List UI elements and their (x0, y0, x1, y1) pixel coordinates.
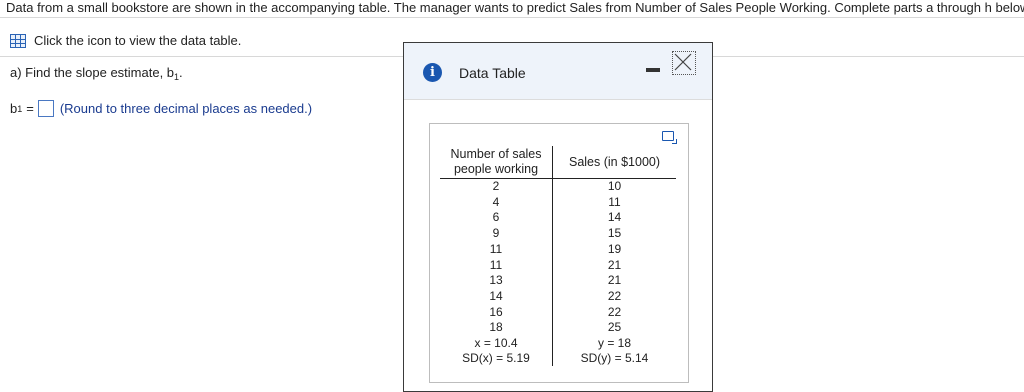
sd-y: SD(y) = 5.14 (580, 351, 649, 366)
table-row: 11 21 (440, 257, 676, 274)
table-row: 2 10 (440, 178, 676, 195)
answer-equals: = (26, 101, 34, 116)
table-row: 4 11 (440, 194, 676, 211)
sales-cell: 19 (607, 241, 622, 256)
question-a-prefix: a) Find the slope estimate, b (10, 65, 175, 80)
data-table: Number of sales people working Sales (in… (440, 146, 676, 367)
sales-cell: 22 (607, 288, 622, 303)
sd-x: SD(x) = 5.19 (440, 351, 553, 367)
dialog-header: i Data Table (404, 43, 712, 100)
column-header-sales: Sales (in $1000) (552, 146, 676, 179)
people-cell: 14 (440, 288, 553, 305)
view-data-row: Click the icon to view the data table. (10, 33, 241, 48)
table-icon[interactable] (10, 33, 26, 48)
mean-y: y = 18 (597, 336, 632, 351)
column-header-people: Number of sales people working (440, 146, 553, 179)
data-table-dialog: i Data Table Number of sales people work… (403, 42, 713, 392)
answer-label: b (10, 101, 18, 116)
sales-cell: 25 (607, 320, 622, 335)
sales-cell: 14 (607, 210, 622, 225)
sd-row: SD(x) = 5.19 SD(y) = 5.14 (440, 351, 676, 367)
people-cell: 4 (440, 194, 553, 211)
minimize-icon[interactable] (646, 68, 660, 72)
answer-row: b1 = (Round to three decimal places as n… (10, 100, 312, 117)
question-a: a) Find the slope estimate, b1. (10, 65, 183, 82)
people-cell: 2 (440, 178, 553, 195)
sales-cell: 21 (607, 257, 622, 272)
table-row: 14 22 (440, 288, 676, 305)
people-cell: 9 (440, 226, 553, 242)
people-cell: 16 (440, 304, 553, 321)
people-cell: 11 (440, 241, 553, 258)
mean-x: x = 10.4 (440, 336, 553, 352)
people-cell: 6 (440, 210, 553, 227)
table-row: 16 22 (440, 304, 676, 321)
mean-row: x = 10.4 y = 18 (440, 336, 676, 352)
close-icon[interactable] (672, 51, 696, 75)
table-row: 6 14 (440, 210, 676, 227)
table-row: 9 15 (440, 226, 676, 242)
view-data-text: Click the icon to view the data table. (34, 33, 242, 48)
people-cell: 11 (440, 257, 553, 274)
table-row: 11 19 (440, 241, 676, 258)
question-a-suffix: . (179, 65, 183, 80)
people-cell: 18 (440, 320, 553, 337)
slope-answer-input[interactable] (37, 100, 54, 117)
people-cell: 13 (440, 273, 553, 289)
sales-cell: 21 (607, 273, 622, 288)
sales-cell: 22 (607, 304, 622, 319)
table-row: 13 21 (440, 273, 676, 289)
problem-intro: Data from a small bookstore are shown in… (6, 0, 1024, 15)
answer-label-sub: 1 (17, 103, 23, 114)
dialog-title: Data Table (459, 65, 526, 81)
info-icon: i (423, 63, 442, 82)
divider (0, 17, 1024, 18)
sales-cell: 10 (607, 179, 622, 193)
data-table-frame: Number of sales people working Sales (in… (429, 123, 689, 383)
sales-cell: 15 (607, 226, 622, 241)
sales-cell: 11 (608, 194, 621, 209)
table-row: 18 25 (440, 320, 676, 337)
rounding-hint: (Round to three decimal places as needed… (59, 101, 313, 116)
